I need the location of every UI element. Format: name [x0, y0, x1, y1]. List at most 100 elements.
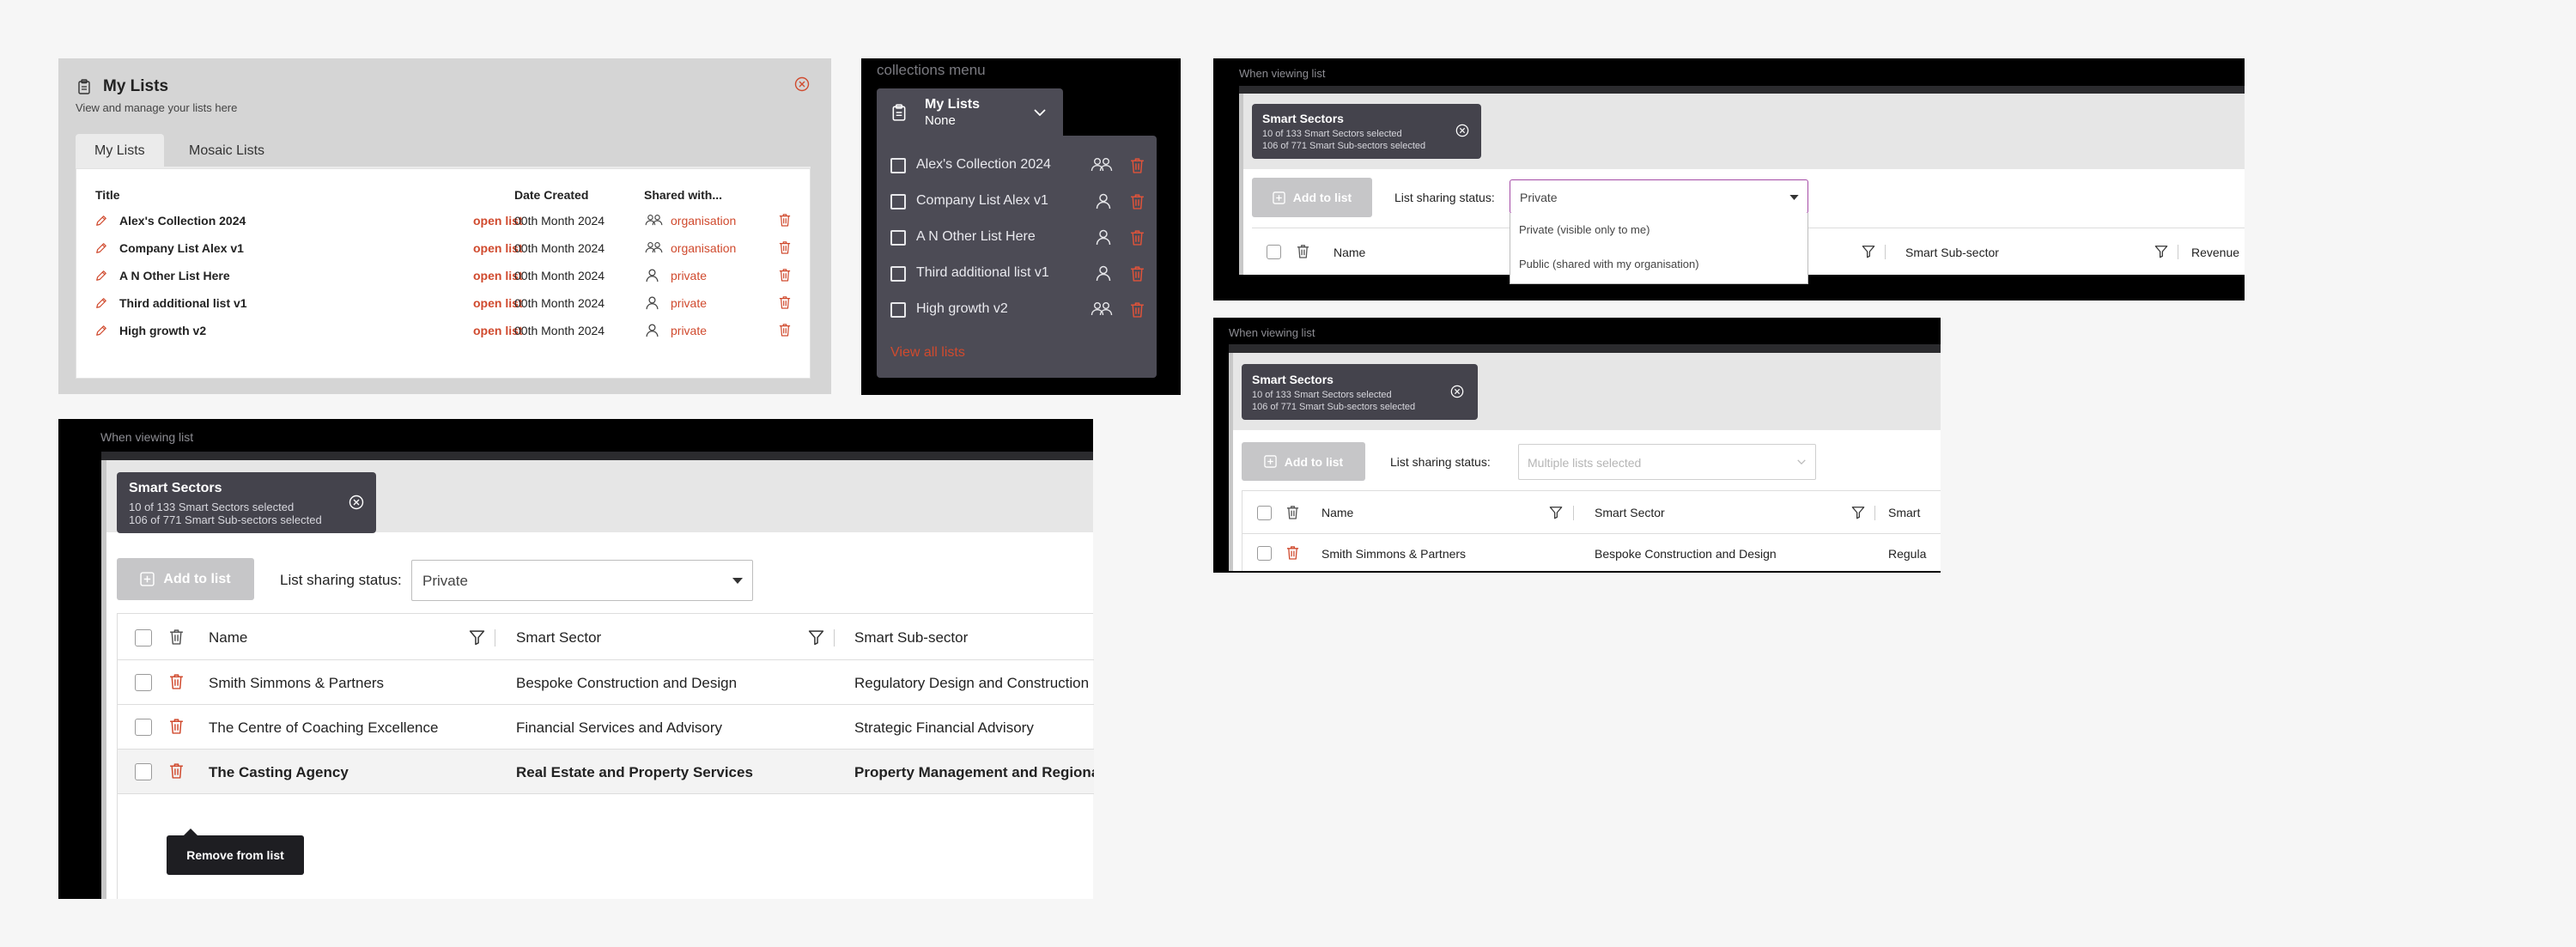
- chip-line-1: 10 of 133 Smart Sectors selected: [1252, 390, 1392, 400]
- edit-icon[interactable]: [95, 215, 107, 227]
- edit-icon[interactable]: [95, 270, 107, 282]
- close-icon[interactable]: [349, 495, 364, 510]
- select-all-checkbox[interactable]: [1267, 245, 1281, 259]
- sharing-status-select[interactable]: Private: [1510, 179, 1808, 214]
- group-icon: [1091, 300, 1113, 318]
- edit-icon[interactable]: [95, 297, 107, 309]
- dropdown-value: None: [925, 113, 956, 128]
- filter-icon[interactable]: [808, 629, 824, 646]
- chip-title: Smart Sectors: [1262, 112, 1344, 125]
- list-title: Company List Alex v1: [119, 241, 244, 255]
- edit-icon[interactable]: [95, 325, 107, 337]
- group-icon: [645, 213, 663, 228]
- trash-icon[interactable]: [169, 673, 184, 689]
- trash-icon[interactable]: [779, 240, 791, 254]
- chip-line-2: 106 of 771 Smart Sub-sectors selected: [1252, 402, 1416, 412]
- smart-sectors-chip[interactable]: Smart Sectors 10 of 133 Smart Sectors se…: [117, 472, 376, 533]
- filter-icon[interactable]: [1549, 506, 1563, 519]
- collection-item[interactable]: Third additional list v1: [890, 256, 1148, 292]
- trash-icon[interactable]: [779, 295, 791, 309]
- column-smart-sector: Smart Sector: [516, 629, 602, 646]
- close-icon[interactable]: [1450, 385, 1464, 398]
- viewing-frame: Smart Sectors 10 of 133 Smart Sectors se…: [1229, 353, 1941, 571]
- trash-icon[interactable]: [1130, 157, 1145, 173]
- filter-icon[interactable]: [469, 629, 485, 646]
- view-all-lists-link[interactable]: View all lists: [890, 345, 965, 361]
- tab-my-lists[interactable]: My Lists: [76, 134, 164, 168]
- table-row[interactable]: Smith Simmons & Partners Bespoke Constru…: [1242, 534, 1941, 571]
- column-divider: [1573, 506, 1574, 520]
- trash-icon[interactable]: [779, 268, 791, 282]
- date-created: 00th Month 2024: [514, 241, 605, 255]
- trash-icon[interactable]: [1130, 265, 1145, 282]
- filter-icon[interactable]: [1851, 506, 1865, 519]
- shared-with: organisation: [671, 241, 737, 255]
- trash-icon[interactable]: [169, 718, 184, 734]
- collections-dropdown-header[interactable]: My Lists None: [877, 88, 1063, 137]
- collection-label: A N Other List Here: [916, 229, 1036, 244]
- table-row[interactable]: The Centre of Coaching Excellence Financi…: [118, 705, 1094, 750]
- option-public[interactable]: Public (shared with my organisation): [1519, 258, 1699, 270]
- table-row[interactable]: Smith Simmons & Partners Bespoke Construc…: [118, 660, 1094, 705]
- tab-mosaic-lists[interactable]: Mosaic Lists: [170, 134, 283, 168]
- column-title: Title: [95, 188, 120, 202]
- select-all-checkbox[interactable]: [135, 629, 152, 647]
- trash-icon[interactable]: [1286, 505, 1299, 519]
- select-all-checkbox[interactable]: [1257, 506, 1272, 520]
- collections-list: Alex's Collection 2024 Company List Alex …: [877, 136, 1157, 378]
- row-checkbox[interactable]: [1257, 546, 1272, 561]
- chevron-down-icon: [1797, 459, 1806, 464]
- row-checkbox[interactable]: [135, 763, 152, 780]
- row-name: The Casting Agency: [209, 764, 349, 780]
- filter-icon[interactable]: [1862, 245, 1875, 258]
- smart-sectors-chip[interactable]: Smart Sectors 10 of 133 Smart Sectors se…: [1242, 364, 1478, 420]
- row-smart-sub-sector: Regulatory Design and Construction: [854, 675, 1090, 691]
- trash-icon[interactable]: [169, 762, 184, 779]
- row-checkbox[interactable]: [135, 674, 152, 691]
- row-smart-sector: Bespoke Construction and Design: [1595, 547, 1777, 561]
- collection-item[interactable]: Alex's Collection 2024: [890, 148, 1148, 184]
- trash-icon[interactable]: [169, 628, 184, 645]
- list-title: High growth v2: [119, 324, 207, 337]
- row-smart-sub-sector: Strategic Financial Advisory: [854, 719, 1034, 736]
- column-divider: [1885, 245, 1886, 259]
- sharing-value: Private: [422, 573, 468, 589]
- collection-item[interactable]: High growth v2: [890, 292, 1148, 328]
- option-private[interactable]: Private (visible only to me): [1519, 223, 1649, 236]
- add-to-list-button[interactable]: Add to list: [1252, 178, 1372, 217]
- collection-checkbox[interactable]: [890, 266, 906, 282]
- trash-icon[interactable]: [1130, 301, 1145, 318]
- left-edge: [1239, 94, 1243, 275]
- collection-checkbox[interactable]: [890, 158, 906, 173]
- list-title: Alex's Collection 2024: [119, 214, 246, 228]
- trash-icon[interactable]: [1130, 229, 1145, 246]
- table-row: Alex's Collection 2024 open list 00th Mont…: [76, 207, 811, 234]
- collection-checkbox[interactable]: [890, 302, 906, 318]
- trash-icon[interactable]: [1286, 545, 1299, 560]
- sharing-status-select[interactable]: Multiple lists selected: [1518, 444, 1816, 480]
- smart-sectors-chip[interactable]: Smart Sectors 10 of 133 Smart Sectors se…: [1252, 104, 1481, 159]
- sharing-value: Private: [1520, 191, 1558, 204]
- table-row[interactable]: The Casting Agency Real Estate and Proper…: [118, 750, 1094, 794]
- row-smart-sub-sector: Regula: [1888, 547, 1927, 561]
- chip-line-1: 10 of 133 Smart Sectors selected: [1262, 129, 1402, 139]
- collection-checkbox[interactable]: [890, 194, 906, 209]
- collection-item[interactable]: A N Other List Here: [890, 220, 1148, 256]
- filter-icon[interactable]: [2154, 245, 2168, 258]
- trash-icon[interactable]: [779, 323, 791, 337]
- trash-icon[interactable]: [779, 213, 791, 227]
- collection-item[interactable]: Company List Alex v1: [890, 184, 1148, 220]
- close-icon[interactable]: [1455, 124, 1469, 137]
- collection-label: Company List Alex v1: [916, 193, 1048, 208]
- add-to-list-button[interactable]: Add to list: [117, 558, 254, 600]
- edit-icon[interactable]: [95, 242, 107, 254]
- sharing-status-select[interactable]: Private: [411, 560, 753, 601]
- close-icon[interactable]: [794, 76, 810, 92]
- row-checkbox[interactable]: [135, 719, 152, 736]
- trash-icon[interactable]: [1130, 193, 1145, 209]
- trash-icon[interactable]: [1297, 244, 1309, 258]
- add-to-list-button[interactable]: Add to list: [1242, 442, 1365, 481]
- shared-with: organisation: [671, 214, 737, 228]
- sharing-options-menu: Private (visible only to me) Public (sha…: [1510, 213, 1808, 284]
- collection-checkbox[interactable]: [890, 230, 906, 246]
